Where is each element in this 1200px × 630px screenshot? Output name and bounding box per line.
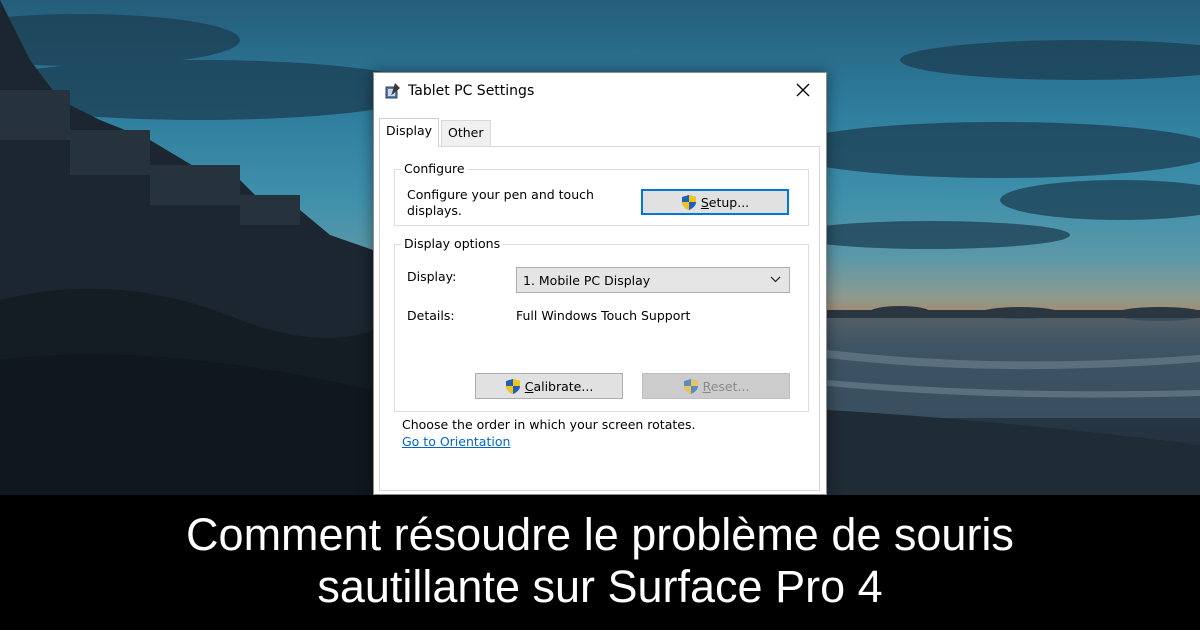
configure-group-label: Configure [401,161,468,176]
uac-shield-icon [505,378,520,394]
display-label: Display: [407,269,457,284]
tablet-pen-icon [385,83,400,99]
reset-button-label: eset... [710,378,750,394]
caption-title: Comment résoudre le problème de souris s… [100,509,1100,613]
go-to-orientation-link[interactable]: Go to Orientation [402,434,510,450]
window-title: Tablet PC Settings [408,83,535,99]
details-label: Details: [407,308,455,323]
tab-other[interactable]: Other [441,120,491,146]
setup-button-label: etup... [708,194,750,210]
reset-button[interactable]: Reset... [642,373,790,399]
tablet-pc-settings-dialog: Tablet PC Settings Display Other Configu… [373,72,827,495]
display-tab-panel: Configure Configure your pen and touch d… [379,146,820,491]
calibrate-button[interactable]: Calibrate... [475,373,623,399]
uac-shield-icon [681,194,696,210]
configure-description-line2: displays. [407,203,462,218]
details-value: Full Windows Touch Support [516,308,691,323]
reset-button-accel: R [702,378,711,394]
setup-button-accel: S [700,194,709,210]
display-select-value: 1. Mobile PC Display [523,273,651,288]
close-icon [796,83,810,97]
tab-strip: Display Other [379,118,819,147]
configure-group: Configure Configure your pen and touch d… [394,161,809,226]
uac-shield-icon [683,378,698,394]
orientation-description: Choose the order in which your screen ro… [402,417,696,432]
chevron-down-icon [770,276,781,283]
title-bar[interactable]: Tablet PC Settings [374,73,826,110]
caption-banner: Comment résoudre le problème de souris s… [0,495,1200,630]
display-options-group: Display options Display: 1. Mobile PC Di… [394,236,809,412]
configure-description-line1: Configure your pen and touch [407,187,594,202]
display-select[interactable]: 1. Mobile PC Display [516,267,790,293]
tab-display[interactable]: Display [379,118,440,147]
caption-line1: Comment résoudre le problème de souris [186,508,1014,560]
caption-line2: sautillante sur Surface Pro 4 [317,560,883,612]
setup-button[interactable]: Setup... [641,189,789,215]
close-button[interactable] [780,73,826,107]
display-options-group-label: Display options [401,236,504,251]
calibrate-button-label: alibrate... [533,378,594,394]
